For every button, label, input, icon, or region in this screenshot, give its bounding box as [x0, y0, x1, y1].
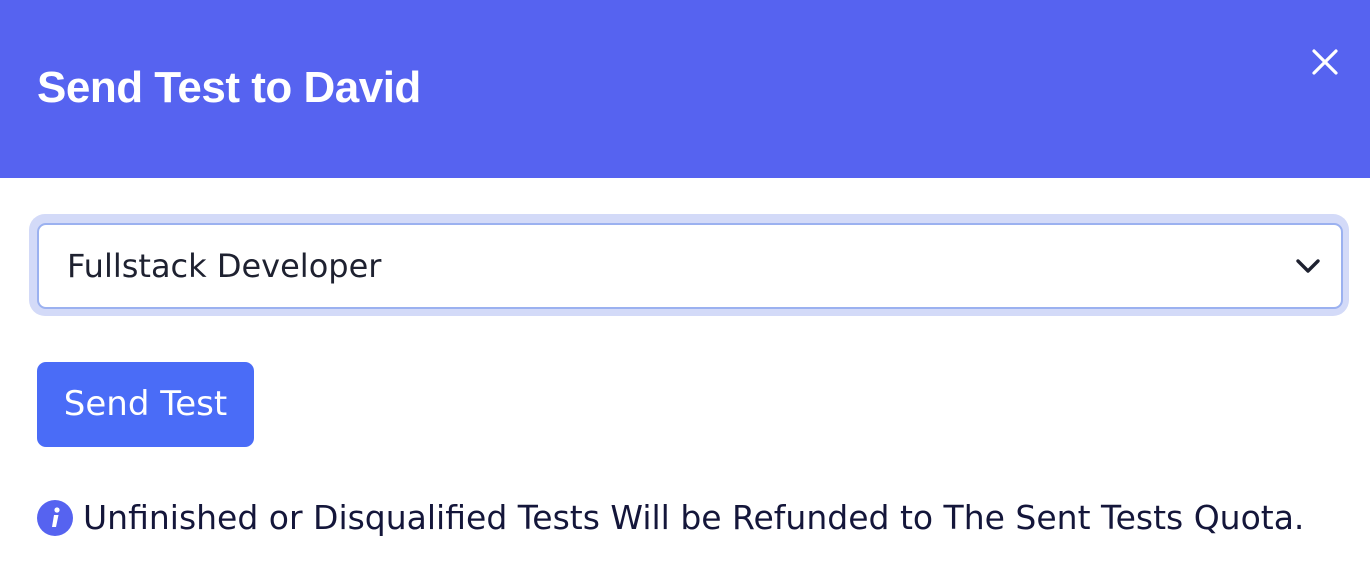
refund-notice-text: Unfinished or Disqualified Tests Will be…	[83, 498, 1305, 537]
info-icon	[37, 500, 73, 536]
chevron-down-icon	[1296, 259, 1320, 273]
dialog-header: Send Test to David	[0, 0, 1370, 178]
send-test-dialog: Send Test to David Fullstack Developer S…	[0, 0, 1370, 572]
send-test-button[interactable]: Send Test	[37, 362, 254, 447]
test-select[interactable]: Fullstack Developer	[37, 223, 1343, 309]
test-select-value: Fullstack Developer	[67, 247, 382, 285]
close-icon	[1312, 49, 1338, 75]
refund-notice: Unfinished or Disqualified Tests Will be…	[37, 498, 1304, 538]
dialog-title: Send Test to David	[37, 63, 421, 112]
close-button[interactable]	[1305, 42, 1345, 82]
